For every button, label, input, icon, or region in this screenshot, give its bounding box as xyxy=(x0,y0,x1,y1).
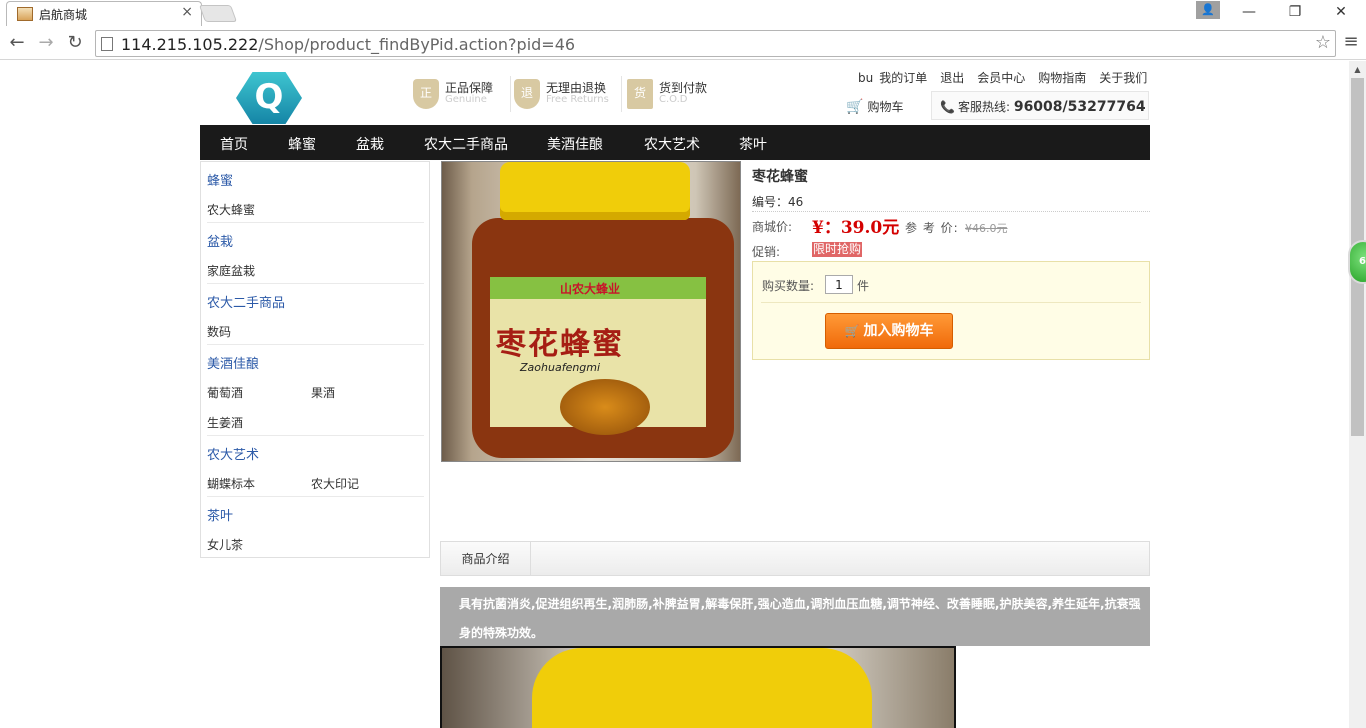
shield-icon: 退 xyxy=(514,79,540,109)
price-label: 商城价: xyxy=(752,220,793,234)
url-text[interactable]: 114.215.105.222/Shop/product_findByPid.a… xyxy=(121,35,575,54)
hotline-box: 📞 客服热线: 96008/53277764 xyxy=(931,91,1149,120)
link-my-orders[interactable]: 我的订单 xyxy=(879,71,927,85)
phone-icon: 📞 xyxy=(940,100,955,114)
description-image xyxy=(440,646,956,728)
category-item[interactable]: 蝴蝶标本 xyxy=(207,475,255,492)
price-value: ¥：39.0元 xyxy=(812,218,900,238)
category-second-hand[interactable]: 农大二手商品 xyxy=(207,292,285,311)
promotion-badge: 限时抢购 xyxy=(812,242,863,257)
quantity-input[interactable] xyxy=(825,275,853,294)
category-item[interactable]: 农大蜂蜜 xyxy=(207,201,255,218)
main-menu: 首页 蜂蜜 盆栽 农大二手商品 美酒佳酿 农大艺术 茶叶 xyxy=(200,125,1150,160)
forward-button[interactable]: → xyxy=(35,32,57,54)
hotline-number: 96008/53277764 xyxy=(1013,99,1146,115)
browser-tab[interactable]: 启航商城 × xyxy=(6,1,202,26)
category-item[interactable]: 女儿茶 xyxy=(207,536,243,553)
link-logout[interactable]: 退出 xyxy=(940,71,964,85)
tab-close-icon[interactable]: × xyxy=(181,4,193,20)
tab-product-intro[interactable]: 商品介绍 xyxy=(441,542,531,575)
browser-tab-strip: 启航商城 × 👤 — ❐ ✕ xyxy=(0,0,1366,26)
menu-item-tea[interactable]: 茶叶 xyxy=(739,134,767,154)
menu-item-home[interactable]: 首页 xyxy=(220,134,248,154)
category-sidebar: 蜂蜜 农大蜂蜜 盆栽 家庭盆栽 农大二手商品 数码 美酒佳酿 葡萄酒 果酒 生姜… xyxy=(200,161,430,558)
category-item[interactable]: 葡萄酒 xyxy=(207,384,243,401)
restore-button[interactable]: ❐ xyxy=(1272,0,1318,26)
scroll-up-arrow[interactable]: ▲ xyxy=(1349,61,1366,78)
product-code: 编号：46 xyxy=(752,195,804,209)
address-bar[interactable]: 114.215.105.222/Shop/product_findByPid.a… xyxy=(95,30,1336,57)
add-to-cart-button[interactable]: 🛒 加入购物车 xyxy=(825,313,953,349)
category-art[interactable]: 农大艺术 xyxy=(207,444,259,463)
minimize-button[interactable]: — xyxy=(1226,0,1272,26)
close-window-button[interactable]: ✕ xyxy=(1318,0,1364,26)
category-item[interactable]: 数码 xyxy=(207,323,231,340)
promotion-label: 促销: xyxy=(752,245,781,259)
menu-item-bonsai[interactable]: 盆栽 xyxy=(356,134,384,154)
link-about-us[interactable]: 关于我们 xyxy=(1099,71,1147,85)
back-button[interactable]: ← xyxy=(6,32,28,54)
logo-q-icon: Q xyxy=(236,72,302,124)
intro-tab-bar: 商品介绍 xyxy=(440,541,1150,576)
category-item[interactable]: 果酒 xyxy=(311,384,335,401)
favicon-icon xyxy=(17,7,33,21)
bookmark-star-icon[interactable]: ☆ xyxy=(1315,32,1331,53)
promise-returns: 退 无理由退换 Free Returns xyxy=(514,76,622,116)
menu-item-honey[interactable]: 蜂蜜 xyxy=(288,134,316,154)
menu-item-wine[interactable]: 美酒佳酿 xyxy=(547,134,603,154)
tab-title: 启航商城 xyxy=(39,8,88,22)
top-links: bu 我的订单 退出 会员中心 购物指南 关于我们 xyxy=(858,69,1160,86)
page-icon xyxy=(101,37,113,51)
divider xyxy=(752,211,1150,212)
category-honey[interactable]: 蜂蜜 xyxy=(207,170,233,189)
category-tea[interactable]: 茶叶 xyxy=(207,505,233,524)
gift-icon: 货 xyxy=(627,79,653,109)
profile-icon[interactable]: 👤 xyxy=(1196,1,1220,19)
shopping-cart-icon: 🛒 xyxy=(846,99,864,115)
category-item[interactable]: 农大印记 xyxy=(311,475,359,492)
browser-menu-icon[interactable]: ≡ xyxy=(1342,31,1360,52)
browser-toolbar: ← → ↻ 114.215.105.222/Shop/product_findB… xyxy=(0,26,1366,60)
link-username[interactable]: bu xyxy=(858,71,873,85)
shield-icon: 正 xyxy=(413,79,439,109)
product-image[interactable]: 山农大蜂业 枣花蜂蜜 Zaohuafengmi xyxy=(441,161,741,462)
cart-icon: 🛒 xyxy=(844,324,860,338)
cart-link[interactable]: 🛒 购物车 xyxy=(846,98,903,115)
jar-label: 山农大蜂业 枣花蜂蜜 Zaohuafengmi xyxy=(490,277,706,435)
reference-price-label: 参 考 价: xyxy=(905,221,959,235)
page-scrollbar[interactable]: ▲ xyxy=(1349,61,1366,728)
promise-cod: 货 货到付款 C.O.D xyxy=(627,76,717,116)
quantity-unit: 件 xyxy=(857,279,870,293)
category-bonsai[interactable]: 盆栽 xyxy=(207,231,233,250)
menu-item-second-hand[interactable]: 农大二手商品 xyxy=(424,134,508,154)
category-wine[interactable]: 美酒佳酿 xyxy=(207,353,259,372)
quantity-label: 购买数量: xyxy=(762,279,815,293)
promise-genuine: 正 正品保障 Genuine xyxy=(413,76,511,116)
new-tab-button[interactable] xyxy=(198,5,238,22)
category-item[interactable]: 生姜酒 xyxy=(207,414,243,431)
link-member-center[interactable]: 会员中心 xyxy=(977,71,1025,85)
link-shopping-guide[interactable]: 购物指南 xyxy=(1038,71,1086,85)
product-description: 具有抗菌消炎,促进组织再生,润肺肠,补脾益胃,解毒保肝,强心造血,调剂血压血糖,… xyxy=(440,587,1150,646)
reference-price-value: ¥46.0元 xyxy=(965,222,1008,235)
site-logo[interactable]: Q xyxy=(200,70,338,124)
reload-button[interactable]: ↻ xyxy=(64,32,86,54)
category-item[interactable]: 家庭盆栽 xyxy=(207,262,255,279)
floating-badge[interactable]: 60 xyxy=(1348,240,1366,284)
product-name: 枣花蜂蜜 xyxy=(752,169,808,185)
purchase-box: 购买数量: 件 🛒加入购物车 xyxy=(752,261,1150,360)
menu-item-art[interactable]: 农大艺术 xyxy=(644,134,700,154)
